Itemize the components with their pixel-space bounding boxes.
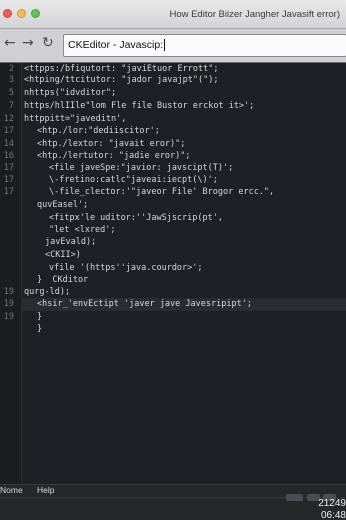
code-text: \-file_clector:'"javeor File' Brogor erc… [49, 187, 275, 197]
code-text: <hsir_'envEctipt 'javer jave Javesripipt… [37, 299, 252, 309]
window-title: How Editor Biizer Jangher Javasift error… [169, 9, 340, 20]
text-caret [164, 39, 166, 52]
line-number: 17 [3, 187, 14, 197]
code-line[interactable]: } [0, 323, 346, 336]
line-number: 19 [3, 299, 14, 309]
address-text: CKEditor - Javascip: [68, 39, 164, 51]
code-text: } [37, 324, 43, 334]
code-text: quvEasel'; [37, 200, 89, 210]
code-line[interactable]: javEvald); [0, 236, 346, 249]
code-text: https/hlIIle"lom Fle file Bustor erckot … [24, 101, 255, 111]
code-line[interactable]: 17 \-file_clector:'"javeor File' Brogor e… [0, 186, 346, 199]
code-text: <htp./lor:"dediiscitor'; [37, 126, 160, 136]
menu-help[interactable]: Help [37, 484, 54, 496]
close-window-button[interactable] [3, 9, 12, 18]
line-number: 5 [8, 88, 14, 98]
line-number: 17 [3, 126, 14, 136]
line-number: 7 [8, 101, 14, 111]
clock-time: 21249 [318, 498, 346, 509]
clock-date: 06:48 [320, 510, 346, 520]
minimize-window-button[interactable] [17, 9, 26, 18]
menu-name[interactable]: Nome [0, 484, 23, 496]
code-line[interactable]: quvEasel'; [0, 199, 346, 212]
code-text: <CKII>) [45, 250, 81, 260]
title-bar: How Editor Biizer Jangher Javasift error… [0, 0, 346, 29]
code-text: <htping/ttcitutor: "jador javajpt"("); [24, 75, 219, 85]
code-editor[interactable]: 2 <ttpps:/bfiqutort: "javiEtuor Errott"; 3… [0, 63, 346, 484]
line-number: 3 [8, 75, 14, 85]
reload-icon[interactable]: ↻ [42, 36, 54, 50]
address-bar[interactable]: CKEditor - Javascip: [63, 34, 346, 57]
window-controls [3, 9, 40, 18]
code-line[interactable]: 5 nhttps("idvditor"; [0, 87, 346, 100]
code-line[interactable]: 17 <htp./lor:"dediiscitor'; [0, 125, 346, 138]
code-line[interactable]: 19 <hsir_'envEctipt 'javer jave Javesripi… [0, 298, 346, 311]
code-line[interactable]: 7 https/hlIIle"lom Fle file Bustor erckot… [0, 100, 346, 113]
forward-arrow-icon[interactable]: → [22, 36, 34, 50]
status-bar: Nome Help 21249 06:48 [0, 484, 346, 520]
zoom-window-button[interactable] [31, 9, 40, 18]
code-text: javEvald); [45, 237, 97, 247]
browser-toolbar: ← → ↻ CKEditor - Javascip: [0, 29, 346, 63]
code-line[interactable]: <CKII>) [0, 249, 346, 262]
code-text: nhttps("idvditor"; [24, 88, 117, 98]
code-line[interactable]: 3 <htping/ttcitutor: "jador javajpt"("); [0, 74, 346, 87]
dock-app-icon[interactable] [286, 494, 303, 501]
back-arrow-icon[interactable]: ← [4, 36, 16, 50]
